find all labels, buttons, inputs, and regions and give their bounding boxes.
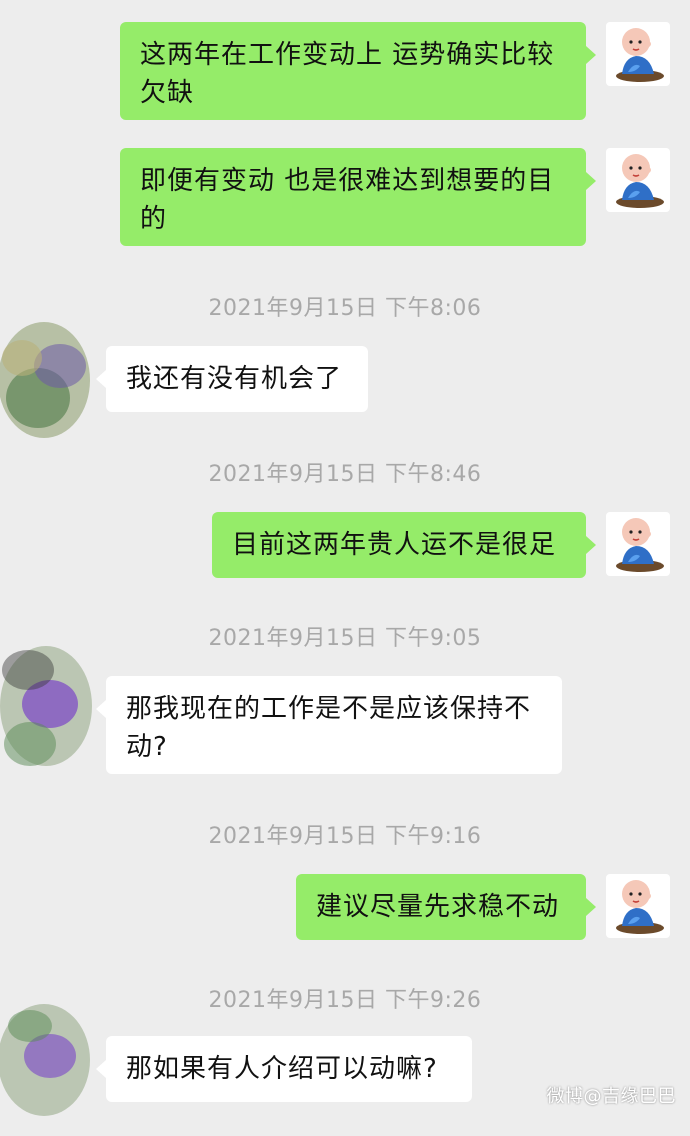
message-text: 那我现在的工作是不是应该保持不动? xyxy=(126,694,532,762)
contact-avatar[interactable] xyxy=(0,308,100,448)
incoming-message-bubble[interactable]: 我还有没有机会了 xyxy=(96,346,368,412)
chat-message-list[interactable]: 这两年在工作变动上 运势确实比较欠缺 即便有变动 也是很难达到想要的目的 202… xyxy=(0,0,690,1116)
incoming-message-bubble[interactable]: 那如果有人介绍可以动嘛? xyxy=(96,1036,472,1102)
outgoing-message-bubble[interactable]: 目前这两年贵人运不是很足 xyxy=(212,512,596,578)
my-avatar[interactable] xyxy=(606,874,670,938)
message-text: 我还有没有机会了 xyxy=(126,364,343,394)
outgoing-message-bubble[interactable]: 建议尽量先求稳不动 xyxy=(296,874,596,940)
blurred-avatar-icon xyxy=(0,646,92,766)
monk-doll-avatar-icon xyxy=(616,154,664,208)
outgoing-message-bubble[interactable]: 这两年在工作变动上 运势确实比较欠缺 xyxy=(120,22,596,120)
my-avatar[interactable] xyxy=(606,148,670,212)
message-timestamp: 2021年9月15日 下午9:16 xyxy=(208,824,482,849)
monk-doll-avatar-icon xyxy=(616,880,664,934)
message-timestamp: 2021年9月15日 下午8:06 xyxy=(208,296,482,321)
weibo-watermark: 微博@吉缘巴巴 xyxy=(546,1086,676,1107)
contact-avatar[interactable] xyxy=(0,996,100,1136)
blurred-avatar-icon xyxy=(0,1004,90,1116)
blurred-avatar-icon xyxy=(0,322,90,438)
message-timestamp: 2021年9月15日 下午8:46 xyxy=(208,462,482,487)
message-timestamp: 2021年9月15日 下午9:05 xyxy=(208,626,482,651)
monk-doll-avatar-icon xyxy=(616,28,664,82)
my-avatar[interactable] xyxy=(606,512,670,576)
message-text: 即便有变动 也是很难达到想要的目的 xyxy=(140,166,555,234)
contact-avatar[interactable] xyxy=(0,636,100,776)
message-timestamp: 2021年9月15日 下午9:26 xyxy=(208,988,482,1013)
message-text: 那如果有人介绍可以动嘛? xyxy=(126,1054,438,1084)
outgoing-message-bubble[interactable]: 即便有变动 也是很难达到想要的目的 xyxy=(120,148,596,246)
message-text: 这两年在工作变动上 运势确实比较欠缺 xyxy=(140,40,555,108)
my-avatar[interactable] xyxy=(606,22,670,86)
message-text: 建议尽量先求稳不动 xyxy=(316,892,560,922)
monk-doll-avatar-icon xyxy=(616,518,664,572)
incoming-message-bubble[interactable]: 那我现在的工作是不是应该保持不动? xyxy=(96,676,562,774)
message-text: 目前这两年贵人运不是很足 xyxy=(232,530,557,560)
